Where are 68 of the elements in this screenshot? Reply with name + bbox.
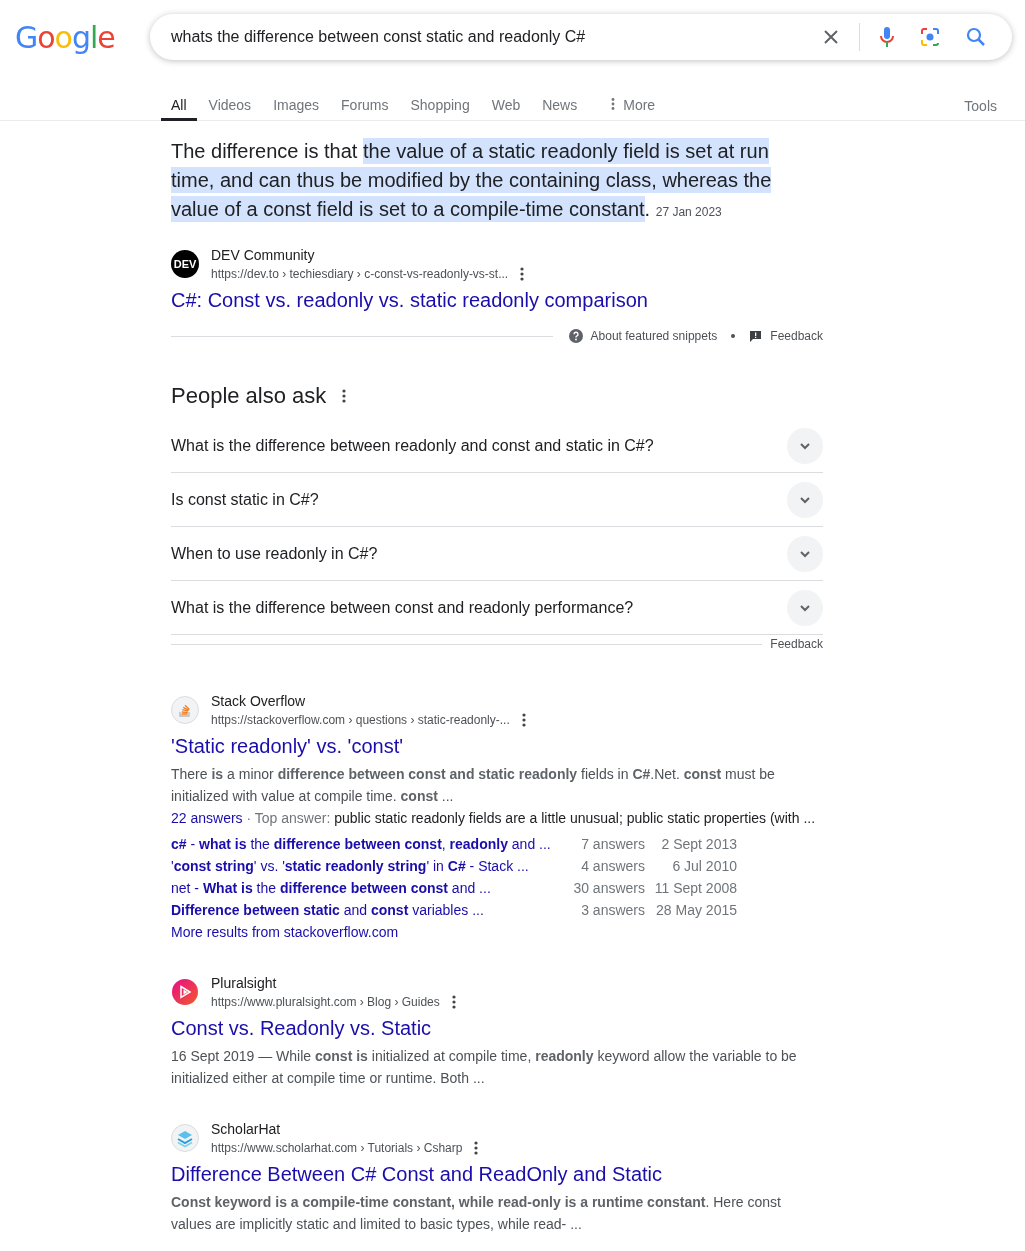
site-logo: DEV [171,250,199,278]
separator-dot-icon [731,334,736,338]
result-title-link[interactable]: 'Static readonly' vs. 'const' [171,733,823,759]
more-results-link[interactable]: More results from stackoverflow.com [171,921,823,943]
search-field[interactable]: whats the difference between const static and readonly C# [171,28,803,46]
site-name: DEV Community [211,246,316,265]
answer-count: 4 answers [580,857,645,876]
tab[interactable]: Forums [331,74,399,121]
site-name: Pluralsight [211,974,278,993]
question-item[interactable]: When to use readonly in C#? [171,527,823,581]
question-item[interactable]: What is the difference between const and readonly performance? [171,581,823,635]
result-snippet: Const keyword is a compile-time constant, while read-only is a runtime constant. Here const values are implicitly static and limited to basic types, while read- ... [171,1193,782,1234]
more-options-icon[interactable] [451,995,456,1009]
about-snippets-link[interactable]: About featured snippets [590,329,718,343]
result-title-link[interactable]: Const vs. Readonly vs. Static [171,1015,823,1041]
more-options-icon[interactable] [520,267,525,281]
search-icon[interactable] [966,27,986,47]
tab[interactable]: Shopping [400,74,480,121]
answer-count: 7 answers [580,835,645,854]
question-item[interactable]: Is const static in C#? [171,473,823,527]
featured-answer: The difference is that the value of a static readonly field is set at run time, and can thus be modified by the containing class, whereas the value of a const field is set to a compile-time constant. 27 Jan 2023 [171,137,773,224]
section-heading: People also ask [171,383,327,409]
play-logo-icon [171,978,199,1006]
top-answer-label: · Top answer: [245,810,332,826]
result-snippet: There is a minor difference between const and static readonly fields in C#.Net. const must be initialized with value at compile time. const ... [171,765,776,806]
result-title-link[interactable]: C#: Const vs. readonly vs. static readonly comparison [171,287,823,313]
related-link[interactable]: 'const string' vs. 'static readonly string' in C# - Stack ... [171,855,563,877]
post-date: 6 Jul 2010 [671,857,737,876]
tools-button[interactable]: Tools [958,74,1003,121]
question-item[interactable]: What is the difference between readonly and const and static in C#? [171,419,823,473]
google-logo[interactable]: Google [15,19,133,55]
related-link[interactable]: net - What is the difference between const and ... [171,877,563,899]
camera-icon[interactable] [920,27,940,47]
result-url: https://www.pluralsight.com › Blog › Guides [211,994,440,1011]
feedback-link[interactable]: Feedback [770,329,823,343]
answer-count: 30 answers [572,879,645,898]
post-date: 28 May 2015 [655,901,737,920]
tab[interactable]: News [532,74,588,121]
help-icon[interactable] [568,329,583,343]
top-answer-text: public static readonly fields are a little unusual; public static properties (with ... [334,810,816,826]
more-options-icon[interactable] [342,389,347,403]
result-title-link[interactable]: Difference Between C# Const and ReadOnly and Static [171,1161,823,1187]
microphone-icon[interactable] [880,26,894,48]
tab[interactable]: Web [481,74,531,121]
related-link[interactable]: Difference between static and const variables ... [171,899,563,921]
more-options-icon[interactable] [474,1141,479,1155]
tab[interactable]: Videos [198,74,262,121]
result-url: https://dev.to › techiesdiary › c-const-vs-readonly-vs-st... [211,266,509,283]
feedback-link[interactable]: Feedback [770,637,823,651]
site-name: Stack Overflow [211,692,307,711]
post-date: 11 Sept 2008 [653,879,737,898]
related-link[interactable]: c# - what is the difference between const, readonly and ... [171,833,563,855]
more-icon [611,97,616,110]
answers-link[interactable]: 22 answers [171,810,243,826]
site-name: ScholarHat [211,1120,282,1139]
answer-count: 3 answers [580,901,645,920]
tab[interactable]: Images [263,74,330,121]
close-icon[interactable] [823,29,839,45]
result-url: https://stackoverflow.com › questions › static-readonly-... [211,712,510,729]
tab[interactable]: All [161,74,197,121]
result-url: https://www.scholarhat.com › Tutorials › Csharp [211,1140,463,1157]
feedback-icon[interactable] [749,329,763,343]
more-options-icon[interactable] [521,713,526,727]
layers-logo-icon [171,1124,199,1152]
tab[interactable]: More [601,74,666,121]
post-date: 2 Sept 2013 [660,835,737,854]
result-snippet: 16 Sept 2019 — While const is initialized at compile time, readonly keyword allow the variable to be initialized either at compile time or runtime. Both ... [171,1047,798,1088]
stack-logo-icon [171,696,199,724]
